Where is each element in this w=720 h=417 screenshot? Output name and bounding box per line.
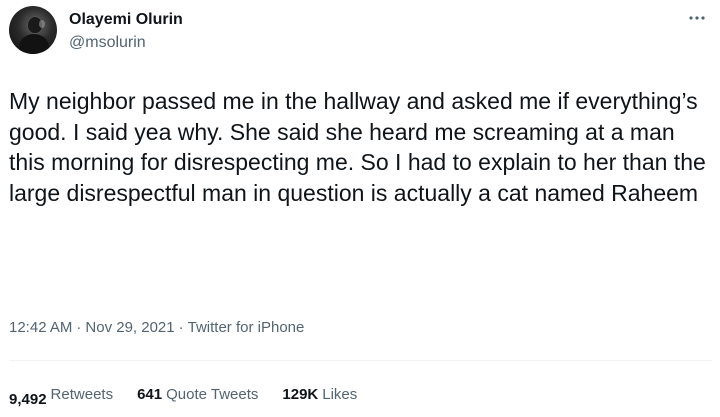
likes-label: Likes: [322, 386, 358, 403]
tweet-meta: 12:42 AM · Nov 29, 2021 · Twitter for iPhone: [9, 318, 304, 338]
avatar-highlight: [39, 20, 45, 28]
more-horizontal-icon: [688, 15, 706, 21]
quote-tweets-label: Quote Tweets: [166, 386, 259, 403]
meta-separator: ·: [76, 319, 82, 336]
tweet-time[interactable]: 12:42 AM: [9, 319, 72, 336]
more-options-button[interactable]: [684, 8, 710, 28]
retweets-stat[interactable]: 9,492 Retweets: [9, 385, 114, 408]
tweet-source[interactable]: Twitter for iPhone: [188, 319, 305, 336]
author-handle[interactable]: @msolurin: [69, 33, 146, 53]
divider: [9, 360, 712, 361]
author-display-name[interactable]: Olayemi Olurin: [69, 10, 183, 30]
tweet-card: Olayemi Olurin @msolurin My neighbor pas…: [0, 0, 720, 417]
tweet-date[interactable]: Nov 29, 2021: [85, 319, 174, 336]
retweets-label: Retweets: [50, 386, 114, 403]
meta-separator: ·: [178, 319, 184, 336]
avatar[interactable]: [9, 6, 57, 54]
likes-stat[interactable]: 129K Likes: [282, 385, 357, 405]
tweet-text: My neighbor passed me in the hallway and…: [9, 88, 706, 206]
likes-count: 129K: [282, 386, 319, 403]
avatar-body-shape: [19, 34, 49, 54]
retweets-count: 9,492: [9, 391, 47, 408]
quote-tweets-stat[interactable]: 641 Quote Tweets: [137, 385, 258, 405]
quote-tweets-count: 641: [137, 386, 163, 403]
tweet-stats: 9,492 Retweets 641 Quote Tweets 129K Lik…: [9, 385, 381, 408]
